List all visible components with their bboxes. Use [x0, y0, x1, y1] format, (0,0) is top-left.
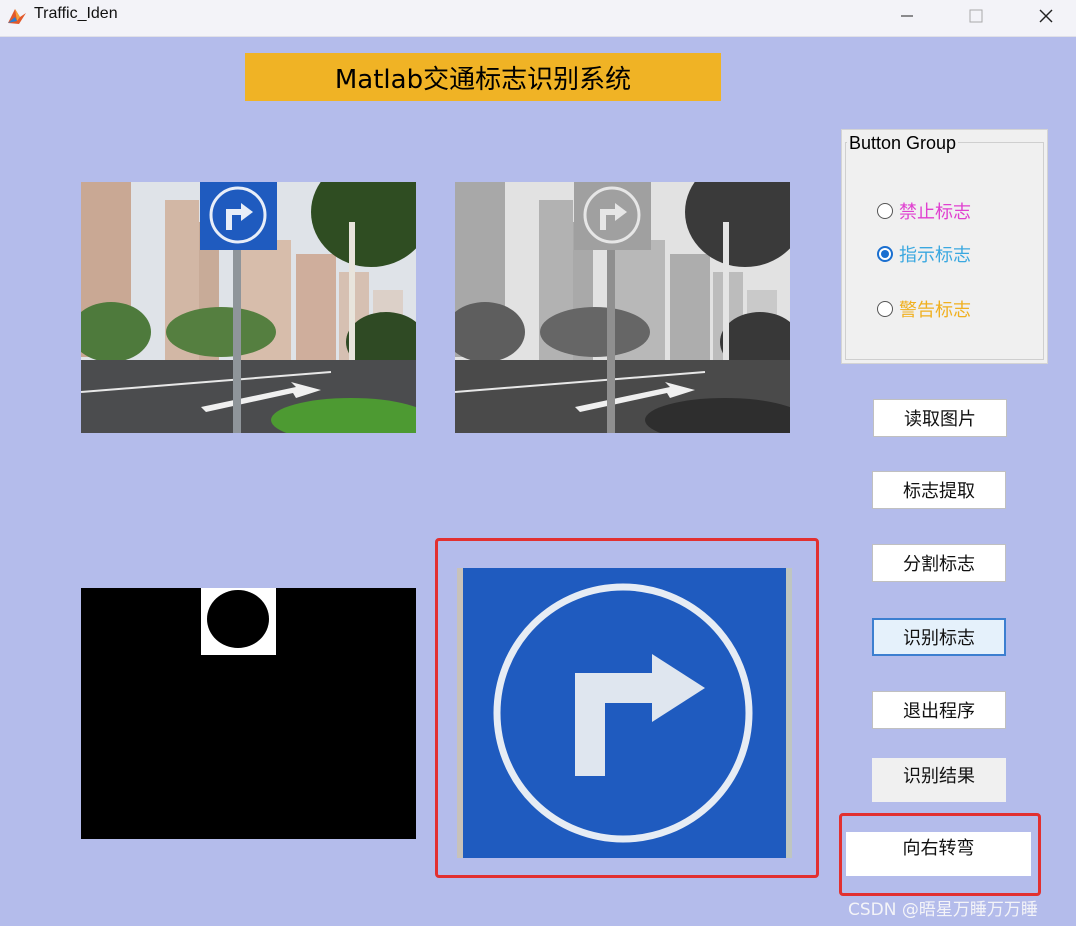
radio-label: 禁止标志 — [899, 202, 971, 223]
close-button[interactable] — [1023, 0, 1069, 32]
window-title-bar: Traffic_Iden — [0, 0, 1076, 37]
right-turn-sign-image — [457, 568, 792, 858]
grayscale-street-photo — [455, 182, 790, 433]
radio-label: 警告标志 — [899, 300, 971, 321]
maximize-button[interactable] — [953, 0, 999, 32]
read-image-button[interactable]: 读取图片 — [873, 399, 1007, 437]
close-icon — [1039, 9, 1053, 23]
extract-sign-button[interactable]: 标志提取 — [872, 471, 1006, 509]
original-image-axes — [81, 182, 416, 433]
exit-program-button[interactable]: 退出程序 — [872, 691, 1006, 729]
result-value: 向右转弯 — [846, 832, 1031, 876]
original-street-photo — [81, 182, 416, 433]
segment-sign-button[interactable]: 分割标志 — [872, 544, 1006, 582]
radio-unselected-icon — [877, 203, 893, 219]
watermark: CSDN @晤星万睡万万睡 — [848, 900, 1038, 920]
segmented-sign-axes — [457, 568, 792, 858]
button-group-title: Button Group — [847, 133, 959, 154]
sign-type-button-group: Button Group 禁止标志 指示标志 警告标志 — [841, 129, 1048, 364]
radio-warning-sign[interactable]: 警告标志 — [877, 296, 971, 322]
radio-unselected-icon — [877, 301, 893, 317]
radio-label: 指示标志 — [899, 245, 971, 266]
maximize-icon — [969, 9, 983, 23]
figure-window: Matlab交通标志识别系统 Button Group 禁止标志 指示标志 警告… — [0, 36, 1076, 926]
matlab-icon — [8, 9, 26, 24]
recognize-sign-button[interactable]: 识别标志 — [872, 618, 1006, 656]
minimize-icon — [901, 15, 913, 17]
radio-prohibition-sign[interactable]: 禁止标志 — [877, 198, 971, 224]
binary-mask-image — [81, 588, 416, 839]
app-title: Matlab交通标志识别系统 — [245, 53, 721, 101]
grayscale-image-axes — [455, 182, 790, 433]
minimize-button[interactable] — [884, 0, 930, 32]
binary-mask-axes — [81, 588, 416, 839]
radio-selected-icon — [877, 246, 893, 262]
result-label: 识别结果 — [872, 758, 1006, 802]
radio-indication-sign[interactable]: 指示标志 — [877, 241, 971, 267]
window-title: Traffic_Iden — [34, 5, 118, 22]
